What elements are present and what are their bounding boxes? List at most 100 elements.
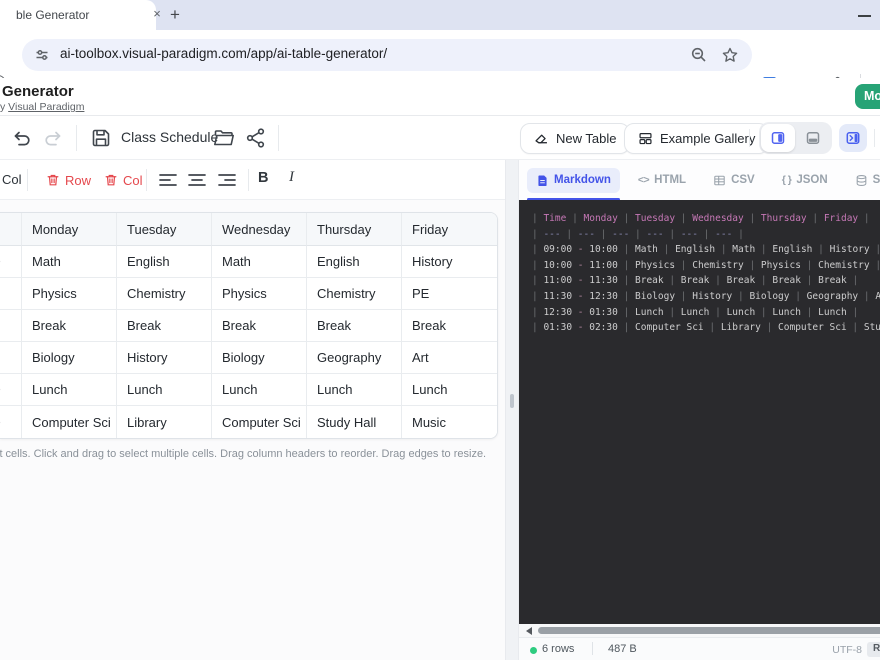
format-tab-json[interactable]: { }JSON [773, 168, 837, 192]
row-count: 6 rows [542, 643, 574, 655]
table-cell[interactable]: Break [22, 310, 117, 342]
visual-paradigm-link[interactable]: Visual Paradigm [8, 101, 84, 113]
table-cell[interactable]: Study Hall [307, 406, 402, 438]
new-table-button[interactable]: New Table [520, 123, 630, 154]
undo-icon[interactable] [10, 126, 34, 150]
table-cell[interactable]: English [117, 246, 212, 278]
align-left-icon[interactable] [156, 168, 180, 192]
table-cell[interactable]: Physics [22, 278, 117, 310]
delete-col-button[interactable]: Col [104, 168, 143, 192]
expand-panel-button[interactable] [839, 124, 867, 152]
url-text[interactable]: ai-toolbox.visual-paradigm.com/app/ai-ta… [60, 46, 387, 61]
example-gallery-button[interactable]: Example Gallery [624, 123, 769, 154]
code-line: | 11:30 - 12:30 | Biology | History | Bi… [532, 291, 880, 307]
browser-tab-strip: ble Generator × + [0, 0, 880, 30]
zoom-out-icon[interactable] [690, 46, 708, 64]
table-cell[interactable]: History [402, 246, 497, 278]
split-vertical-button[interactable] [761, 124, 795, 152]
redo-icon[interactable] [41, 126, 65, 150]
table-header-cell[interactable]: Tuesday [117, 213, 212, 246]
table-cell[interactable]: Computer Sci [212, 406, 307, 438]
format-tab-markdown[interactable]: Markdown [527, 168, 620, 193]
table-cell[interactable]: Lunch [402, 374, 497, 406]
table-cell[interactable]: 09:00 - 10:00 [0, 246, 22, 278]
table-cell[interactable]: English [307, 246, 402, 278]
scroll-left-icon[interactable] [526, 627, 532, 635]
table-cell[interactable]: Art [402, 342, 497, 374]
markdown-code: | Time | Monday | Tuesday | Wednesday | … [532, 213, 880, 338]
url-omnibox[interactable]: ai-toolbox.visual-paradigm.com/app/ai-ta… [22, 39, 752, 71]
table-cell[interactable]: Biology [212, 342, 307, 374]
table-cell[interactable]: Lunch [117, 374, 212, 406]
page-title: Generator [2, 83, 74, 100]
panel-splitter[interactable] [505, 160, 519, 660]
table-cell[interactable]: 10:00 - 11:00 [0, 278, 22, 310]
format-badge: R [867, 642, 880, 657]
horizontal-scrollbar[interactable] [519, 624, 880, 637]
format-tab-sql[interactable]: SQL [846, 168, 880, 193]
bookmark-star-icon[interactable] [721, 46, 739, 64]
table-cell[interactable]: Lunch [212, 374, 307, 406]
toolbar-divider [76, 125, 77, 151]
scrollbar-thumb[interactable] [538, 627, 880, 634]
align-center-icon[interactable] [185, 168, 209, 192]
table-cell[interactable]: Biology [22, 342, 117, 374]
code-editor[interactable]: | Time | Monday | Tuesday | Wednesday | … [519, 200, 880, 624]
trash-icon [46, 173, 60, 187]
gallery-icon [638, 131, 653, 146]
splitter-handle[interactable] [510, 394, 514, 408]
align-right-icon[interactable] [215, 168, 239, 192]
table-cell[interactable]: 12:30 - 01:30 [0, 374, 22, 406]
table-cell[interactable]: History [117, 342, 212, 374]
table-cell[interactable]: Library [117, 406, 212, 438]
open-folder-icon[interactable] [212, 126, 236, 150]
table-cell[interactable]: Break [402, 310, 497, 342]
trash-icon [104, 173, 118, 187]
table-cell[interactable]: 11:30 - 12:30 [0, 342, 22, 374]
table-row: 12:30 - 01:30LunchLunchLunchLunchLunch [0, 374, 497, 406]
more-button[interactable]: Mo [855, 84, 880, 109]
table-editor-panel: TimeMondayTuesdayWednesdayThursdayFriday… [0, 200, 505, 660]
table-cell[interactable]: Math [22, 246, 117, 278]
table-header-cell[interactable]: Monday [22, 213, 117, 246]
table-cell[interactable]: 11:00 - 11:30 [0, 310, 22, 342]
table-header-cell[interactable]: Time [0, 213, 22, 246]
table-header-cell[interactable]: Friday [402, 213, 497, 246]
delete-row-button[interactable]: Row [46, 168, 91, 192]
table-cell[interactable]: Physics [212, 278, 307, 310]
share-icon[interactable] [244, 126, 268, 150]
table-cell[interactable]: Lunch [307, 374, 402, 406]
table-header-cell[interactable]: Wednesday [212, 213, 307, 246]
table-cell[interactable]: 01:30 - 02:30 [0, 406, 22, 438]
table-cell[interactable]: Math [212, 246, 307, 278]
toolbar-divider [278, 125, 279, 151]
format-tab-label: CSV [731, 174, 755, 186]
site-settings-icon[interactable] [34, 47, 50, 63]
window-minimize-button[interactable] [858, 15, 871, 17]
save-icon[interactable] [89, 126, 113, 150]
format-tab-html[interactable]: <>HTML [629, 168, 695, 192]
format-tab-csv[interactable]: CSV [704, 168, 764, 193]
bold-button[interactable]: B [258, 170, 268, 186]
table-cell[interactable]: Music [402, 406, 497, 438]
table-cell[interactable]: PE [402, 278, 497, 310]
table-header-cell[interactable]: Thursday [307, 213, 402, 246]
document-title[interactable]: Class Schedule [121, 129, 218, 145]
table-cell[interactable]: Lunch [22, 374, 117, 406]
browser-address-bar: ai-toolbox.visual-paradigm.com/app/ai-ta… [0, 30, 880, 78]
table-row: 11:30 - 12:30BiologyHistoryBiologyGeogra… [0, 342, 497, 374]
split-horizontal-button[interactable] [797, 124, 831, 152]
table-cell[interactable]: Break [117, 310, 212, 342]
table-cell[interactable]: Break [307, 310, 402, 342]
table-row: 11:00 - 11:30BreakBreakBreakBreakBreak [0, 310, 497, 342]
italic-button[interactable]: I [289, 169, 294, 186]
code-line: | 09:00 - 10:00 | Math | English | Math … [532, 244, 880, 260]
add-col-button[interactable]: Col [2, 172, 22, 187]
table-cell[interactable]: Chemistry [117, 278, 212, 310]
table-cell[interactable]: Geography [307, 342, 402, 374]
table-cell[interactable]: Break [212, 310, 307, 342]
table-cell[interactable]: Chemistry [307, 278, 402, 310]
new-tab-button[interactable]: + [164, 4, 186, 26]
table-cell[interactable]: Computer Sci [22, 406, 117, 438]
schedule-table[interactable]: TimeMondayTuesdayWednesdayThursdayFriday… [0, 213, 497, 438]
